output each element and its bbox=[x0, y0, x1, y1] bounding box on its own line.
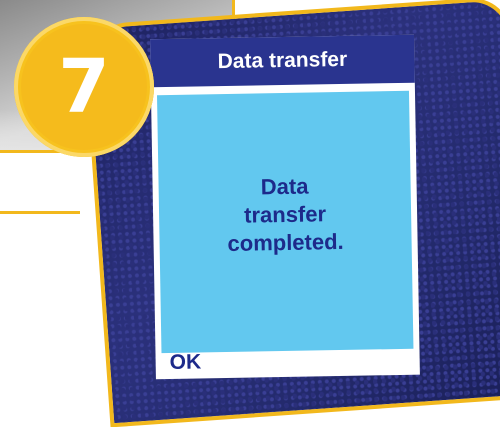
screen-title: Data transfer bbox=[217, 47, 348, 74]
step-badge-ring bbox=[14, 17, 154, 157]
screen-title-bar: Data transfer bbox=[150, 34, 415, 88]
message-line: transfer bbox=[243, 201, 327, 228]
step-badge: 7 bbox=[14, 17, 154, 157]
message-line: Data bbox=[260, 173, 309, 200]
message-text: Data transfer completed. bbox=[158, 171, 411, 259]
callout-line bbox=[0, 211, 80, 214]
message-area: Data transfer completed. bbox=[156, 90, 414, 354]
message-line: completed. bbox=[227, 228, 344, 256]
ok-button[interactable]: OK bbox=[169, 346, 201, 379]
device-screen: Data transfer Data transfer completed. O… bbox=[150, 34, 420, 380]
